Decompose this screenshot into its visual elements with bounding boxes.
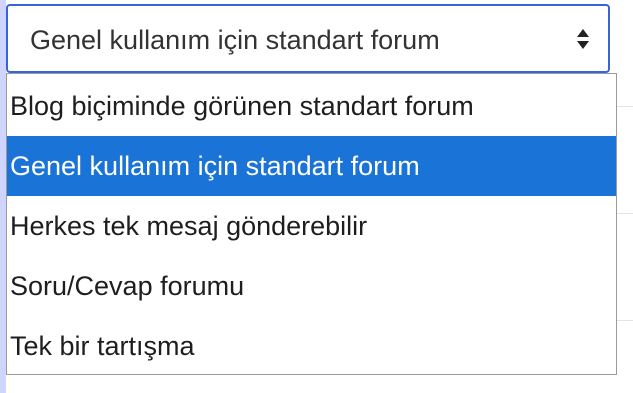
- forum-type-selected-value: Genel kullanım için standart forum: [30, 25, 440, 55]
- up-down-caret-icon: [577, 29, 589, 49]
- background-divider: [616, 106, 633, 107]
- forum-type-dropdown-list: Blog biçiminde görünen standart forum Ge…: [6, 73, 617, 375]
- forum-type-option-label: Soru/Cevap forumu: [10, 271, 245, 301]
- forum-type-option-label: Genel kullanım için standart forum: [10, 151, 420, 181]
- forum-type-option[interactable]: Herkes tek mesaj gönderebilir: [7, 196, 616, 256]
- forum-type-option-label: Herkes tek mesaj gönderebilir: [10, 211, 368, 241]
- forum-type-option[interactable]: Soru/Cevap forumu: [7, 256, 616, 316]
- forum-type-option-label: Blog biçiminde görünen standart forum: [10, 91, 474, 121]
- forum-type-select[interactable]: Genel kullanım için standart forum: [6, 4, 610, 73]
- background-divider: [616, 213, 633, 214]
- forum-type-option[interactable]: Tek bir tartışma: [7, 316, 616, 376]
- forum-type-option[interactable]: Blog biçiminde görünen standart forum: [7, 76, 616, 136]
- forum-type-select-screen: Genel kullanım için standart forum Blog …: [0, 0, 633, 393]
- forum-type-option-label: Tek bir tartışma: [10, 331, 195, 361]
- background-divider: [616, 320, 633, 321]
- forum-type-option[interactable]: Genel kullanım için standart forum: [7, 136, 616, 196]
